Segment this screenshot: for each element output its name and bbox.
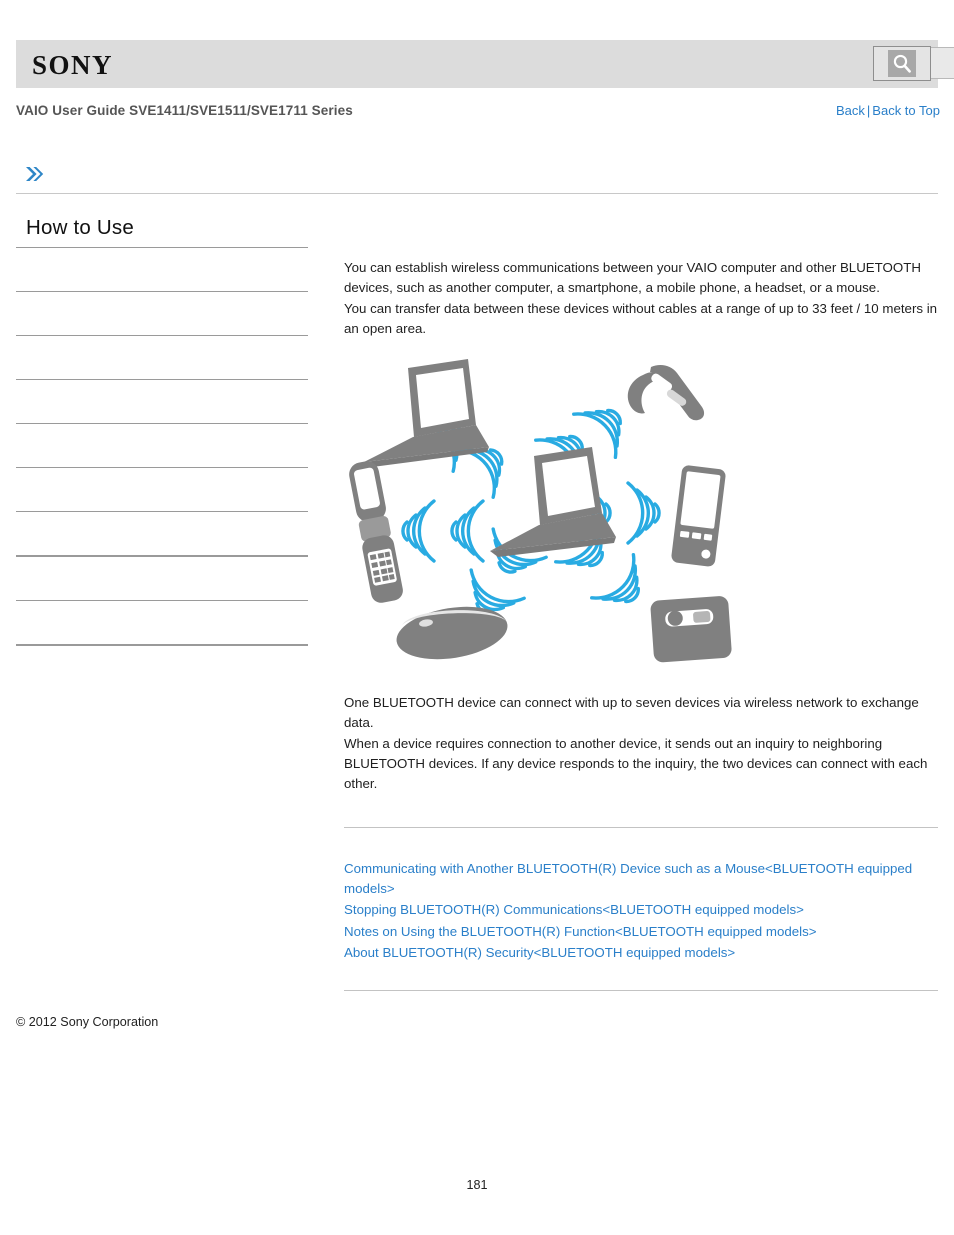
related-link-communicating[interactable]: Communicating with Another BLUETOOTH(R) … bbox=[344, 859, 938, 900]
back-to-top-link[interactable]: Back to Top bbox=[872, 103, 940, 118]
sidebar-item-5[interactable] bbox=[16, 424, 308, 467]
details-paragraph: One BLUETOOTH device can connect with up… bbox=[344, 695, 928, 792]
smartphone-right bbox=[671, 465, 726, 567]
sidebar-item-4[interactable] bbox=[16, 380, 308, 423]
laptop-top-left bbox=[364, 359, 489, 468]
sony-logo: SONY bbox=[32, 50, 114, 80]
sidebar-item-8[interactable] bbox=[16, 557, 308, 600]
central-laptop bbox=[490, 447, 616, 558]
sidebar-divider bbox=[16, 644, 308, 646]
header-bar bbox=[16, 40, 938, 88]
related-link-stopping[interactable]: Stopping BLUETOOTH(R) Communications<BLU… bbox=[344, 900, 938, 920]
sidebar-item-6[interactable] bbox=[16, 468, 308, 511]
sidebar-item-9[interactable] bbox=[16, 601, 308, 644]
sidebar-item-7[interactable] bbox=[16, 512, 308, 555]
camera-bottom-right bbox=[650, 596, 732, 663]
flip-phone-left bbox=[349, 461, 403, 603]
header-nav-links: Back | Back to Top bbox=[836, 103, 940, 118]
related-topics-list: Communicating with Another BLUETOOTH(R) … bbox=[344, 859, 938, 963]
related-link-security[interactable]: About BLUETOOTH(R) Security<BLUETOOTH eq… bbox=[344, 943, 938, 963]
content-divider bbox=[344, 826, 938, 828]
page-number: 181 bbox=[466, 1178, 488, 1192]
double-chevron-right-icon[interactable] bbox=[23, 163, 45, 185]
sidebar: How to Use bbox=[16, 216, 308, 646]
links-divider bbox=[344, 990, 938, 992]
related-link-notes[interactable]: Notes on Using the BLUETOOTH(R) Function… bbox=[344, 922, 938, 942]
intro-paragraph: You can establish wireless communication… bbox=[344, 260, 938, 336]
breadcrumb bbox=[16, 158, 938, 192]
sidebar-item-3[interactable] bbox=[16, 336, 308, 379]
header-divider bbox=[16, 193, 938, 194]
back-link[interactable]: Back bbox=[836, 103, 865, 118]
sidebar-item-2[interactable] bbox=[16, 292, 308, 335]
bluetooth-network-diagram bbox=[344, 355, 938, 673]
copyright-notice: © 2012 Sony Corporation bbox=[16, 1015, 159, 1029]
sidebar-title: How to Use bbox=[26, 216, 134, 239]
bluetooth-headset-top-right bbox=[627, 365, 705, 421]
main-content: You can establish wireless communication… bbox=[344, 258, 938, 992]
guide-title: VAIO User Guide SVE1411/SVE1511/SVE1711 … bbox=[16, 103, 353, 118]
search-icon bbox=[888, 50, 916, 77]
search-button[interactable] bbox=[873, 46, 931, 81]
sidebar-item-1[interactable] bbox=[16, 248, 308, 291]
